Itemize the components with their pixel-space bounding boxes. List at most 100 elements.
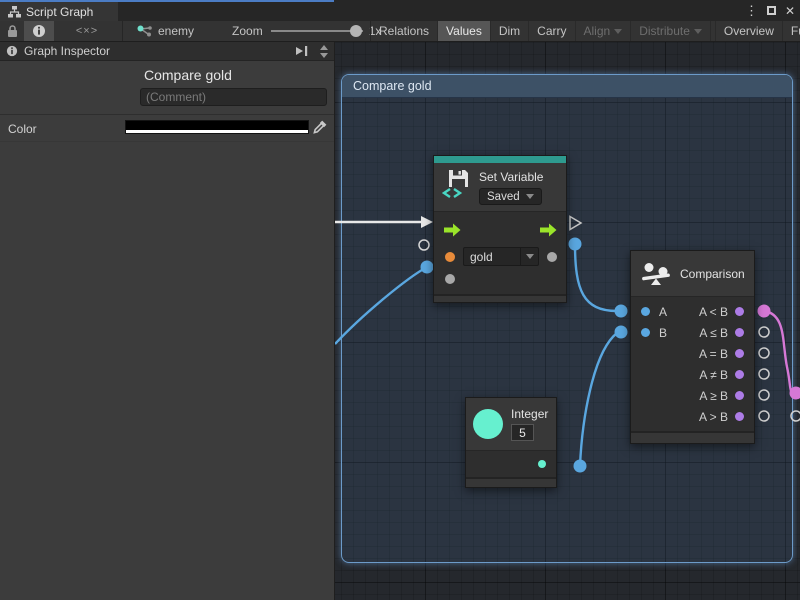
integer-value-field[interactable]: 5 (511, 424, 534, 441)
port-dot-blue[interactable] (615, 305, 628, 318)
script-graph-icon (8, 6, 21, 18)
value-wire[interactable] (575, 244, 617, 311)
node-header[interactable]: Set Variable Saved (434, 163, 566, 212)
input-a-port-dot[interactable] (641, 307, 650, 316)
port-dot-blue[interactable] (574, 460, 587, 473)
port-row: A A < B (631, 301, 754, 322)
close-icon[interactable] (785, 5, 795, 17)
expand-panel-icon[interactable] (295, 45, 308, 57)
lock-button[interactable] (0, 21, 24, 41)
overview-button[interactable]: Overview (716, 21, 783, 41)
save-variable-icon (442, 168, 470, 198)
node-header[interactable]: Comparison (631, 251, 754, 297)
node-footer (466, 477, 556, 487)
color-swatch[interactable] (125, 120, 309, 134)
zoom-label: Zoom (232, 24, 263, 38)
full-screen-button[interactable]: Full Screen (783, 21, 800, 41)
relations-button[interactable]: Relations (371, 21, 438, 41)
chevron-down-icon (520, 248, 538, 265)
flow-out-arrow-icon[interactable] (540, 223, 557, 237)
node-body: A A < B B A ≤ B (631, 297, 754, 431)
graph-canvas[interactable]: Compare gold (335, 42, 800, 600)
info-icon (32, 24, 46, 38)
node-integer[interactable]: Integer 5 (465, 397, 557, 488)
graph-title-field[interactable]: Compare gold (144, 67, 232, 83)
port-ring[interactable] (759, 411, 769, 421)
node-set-variable[interactable]: Set Variable Saved (433, 155, 567, 303)
graph-node-icon (137, 25, 152, 38)
port-ring[interactable] (791, 411, 800, 421)
comment-input[interactable] (140, 88, 327, 106)
zoom-slider[interactable] (271, 21, 363, 41)
port-dot-blue[interactable] (569, 238, 582, 251)
output-port-dot[interactable] (735, 307, 744, 316)
lock-icon (7, 25, 18, 38)
output-port-dot[interactable] (538, 460, 546, 468)
node-body: gold (434, 212, 566, 294)
value-wire[interactable] (580, 333, 617, 466)
variable-name-dropdown[interactable]: gold (463, 247, 539, 266)
output-port-dot[interactable] (735, 328, 744, 337)
inspector-toggle-button[interactable] (24, 21, 54, 41)
port-ring[interactable] (419, 240, 429, 250)
graph-reference-label: enemy (158, 24, 194, 38)
toolbar-left-group: enemy Zoom 1x (0, 21, 381, 41)
chevron-down-icon (526, 194, 534, 199)
flow-out-triangle[interactable] (570, 217, 581, 230)
tab-script-graph[interactable]: Script Graph (0, 2, 118, 21)
tab-label: Script Graph (26, 5, 93, 19)
port-ring[interactable] (759, 390, 769, 400)
node-footer (631, 431, 754, 443)
eyedropper-icon[interactable] (312, 119, 328, 135)
name-port-dot[interactable] (445, 252, 455, 262)
output-port-dot[interactable] (735, 349, 744, 358)
node-footer (434, 294, 566, 302)
flow-in-arrow-icon[interactable] (444, 223, 461, 237)
node-body (466, 451, 556, 477)
toolbar-separator (122, 21, 123, 41)
flow-arrowhead-icon (421, 216, 433, 228)
output-port-dot[interactable] (547, 252, 557, 262)
carry-button[interactable]: Carry (529, 21, 575, 41)
chevron-down-icon (694, 29, 702, 34)
divider (0, 114, 334, 115)
zoom-slider-handle[interactable] (350, 25, 362, 37)
maximize-icon[interactable] (767, 6, 776, 15)
port-ring[interactable] (759, 348, 769, 358)
output-label: A ≠ B (699, 368, 728, 382)
node-title: Set Variable (479, 170, 543, 184)
port-dot-blue[interactable] (421, 261, 434, 274)
graph-toolbar: enemy Zoom 1x Relations Values Dim Carry (0, 21, 800, 42)
variable-scope-dropdown[interactable]: Saved (479, 188, 542, 205)
output-port-dot[interactable] (735, 370, 744, 379)
port-ring[interactable] (759, 369, 769, 379)
output-label: A > B (699, 410, 728, 424)
tab-bar: Script Graph (0, 0, 800, 21)
output-port-dot[interactable] (735, 412, 744, 421)
dim-button[interactable]: Dim (491, 21, 529, 41)
window-menu-icon[interactable] (745, 4, 758, 17)
node-header[interactable]: Integer 5 (466, 398, 556, 451)
code-view-button[interactable] (54, 21, 120, 41)
align-dropdown[interactable]: Align (576, 21, 632, 41)
graph-inspector-header: Graph Inspector (0, 42, 334, 61)
output-port-dot[interactable] (735, 391, 744, 400)
values-button[interactable]: Values (438, 21, 491, 41)
graph-inspector-title: Graph Inspector (24, 44, 289, 58)
value-wire[interactable] (335, 267, 427, 344)
input-b-label: B (659, 326, 667, 340)
graph-inspector-panel: Graph Inspector Compare gold Color (0, 42, 335, 600)
port-dot-pink[interactable] (758, 305, 771, 318)
node-comparison[interactable]: Comparison A A < B B (630, 250, 755, 444)
input-port-row (434, 268, 566, 290)
graph-reference[interactable]: enemy (137, 24, 194, 38)
port-ring[interactable] (759, 327, 769, 337)
input-b-port-dot[interactable] (641, 328, 650, 337)
value-port-dot[interactable] (445, 274, 455, 284)
port-dot-blue[interactable] (615, 326, 628, 339)
scroll-up-icon[interactable] (320, 45, 328, 50)
zoom-slider-track[interactable] (271, 30, 363, 32)
scroll-down-icon[interactable] (320, 53, 328, 58)
distribute-dropdown[interactable]: Distribute (631, 21, 711, 41)
window-controls (745, 2, 795, 19)
